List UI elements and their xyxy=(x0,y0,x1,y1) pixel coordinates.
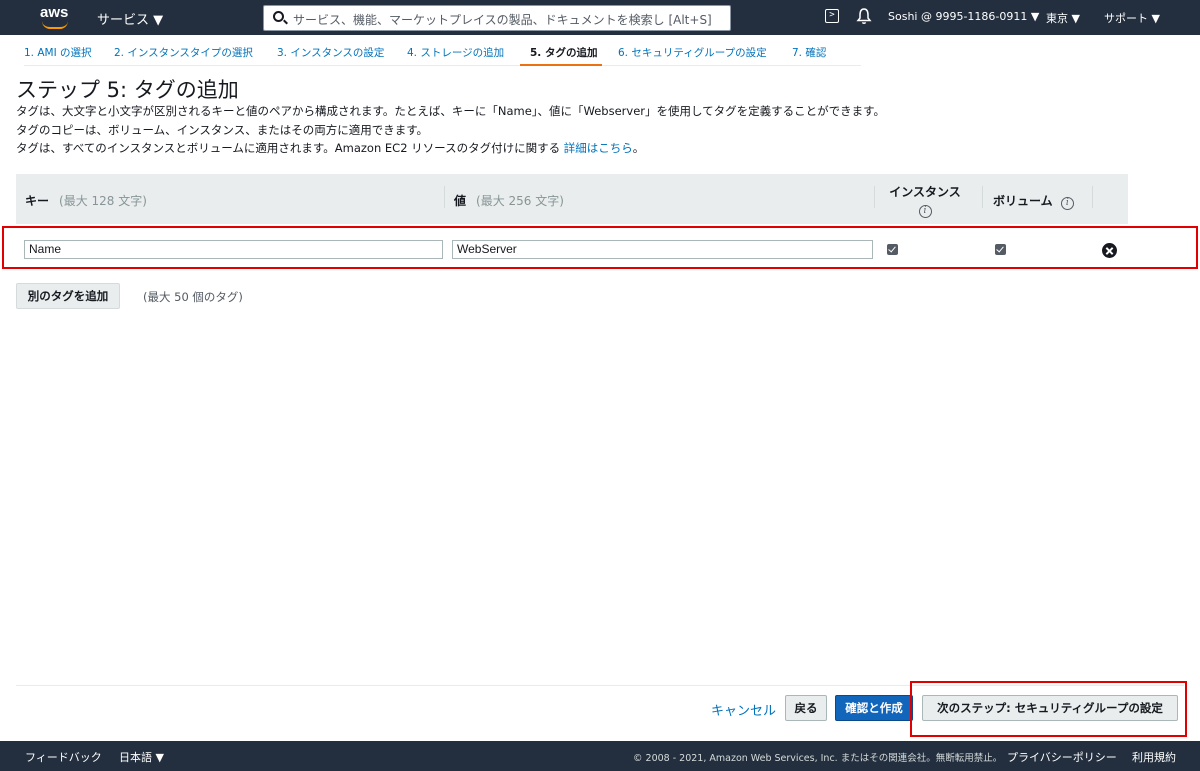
column-separator xyxy=(444,186,445,208)
terms-link[interactable]: 利用規約 xyxy=(1132,749,1176,765)
cloudshell-icon[interactable]: > xyxy=(825,9,839,23)
instances-info-icon[interactable]: i xyxy=(918,205,932,218)
search-placeholder: サービス、機能、マーケットプレイスの製品、ドキュメントを検索し [Alt+S] xyxy=(293,13,712,27)
description-line-3-end: 。 xyxy=(632,141,645,155)
add-tag-button[interactable]: 別のタグを追加 xyxy=(16,283,120,309)
aws-smile-icon xyxy=(42,21,68,29)
top-navigation-bar: aws サービス ▼ サービス、機能、マーケットプレイスの製品、ドキュメントを検… xyxy=(0,0,1200,35)
language-selector[interactable]: 日本語 ▼ xyxy=(119,749,164,765)
step-tab-security-group[interactable]: 6. セキュリティグループの設定 xyxy=(602,40,782,66)
description-line-2: タグのコピーは、ボリューム、インスタンス、またはその両方に適用できます。 xyxy=(16,123,429,137)
description-line-1: タグは、大文字と小文字が区別されるキーと値のペアから構成されます。たとえば、キー… xyxy=(16,104,885,118)
learn-more-link[interactable]: 詳細はこちら xyxy=(564,141,633,155)
key-header-label: キー xyxy=(25,194,50,208)
region-selector[interactable]: 東京 ▼ xyxy=(1046,10,1080,26)
instances-checkbox[interactable] xyxy=(887,244,898,255)
feedback-link[interactable]: フィードバック xyxy=(25,749,102,765)
aws-logo[interactable]: aws xyxy=(40,3,72,31)
instances-header-label: インスタンス xyxy=(889,185,961,199)
notification-bell-icon[interactable] xyxy=(856,7,872,25)
remove-tag-icon[interactable] xyxy=(1102,243,1117,258)
review-and-launch-button[interactable]: 確認と作成 xyxy=(835,695,913,721)
key-header-hint: (最大 128 文字) xyxy=(59,194,147,208)
step-tab-instance-config[interactable]: 3. インスタンスの設定 xyxy=(277,40,407,66)
back-button[interactable]: 戻る xyxy=(785,695,827,721)
value-header-label: 値 xyxy=(454,194,467,208)
volumes-checkbox[interactable] xyxy=(995,244,1006,255)
description-line-3-text: タグは、すべてのインスタンスとボリュームに適用されます。Amazon EC2 リ… xyxy=(16,141,561,155)
instances-column-header: インスタンス i xyxy=(885,183,965,218)
step-tab-tags[interactable]: 5. タグの追加 xyxy=(520,40,602,66)
description-line-3: タグは、すべてのインスタンスとボリュームに適用されます。Amazon EC2 リ… xyxy=(16,140,644,156)
step-tab-review[interactable]: 7. 確認 xyxy=(782,40,861,66)
search-icon xyxy=(273,11,284,22)
value-column-header: 値 (最大 256 文字) xyxy=(454,192,564,209)
next-step-security-group-button[interactable]: 次のステップ: セキュリティグループの設定 xyxy=(922,695,1178,721)
max-tags-note: (最大 50 個のタグ) xyxy=(143,290,243,304)
footer-bar: フィードバック 日本語 ▼ © 2008 - 2021, Amazon Web … xyxy=(0,741,1200,771)
cancel-link[interactable]: キャンセル xyxy=(711,700,776,719)
column-separator xyxy=(982,186,983,208)
privacy-policy-link[interactable]: プライバシーポリシー xyxy=(1007,749,1117,765)
aws-logo-text: aws xyxy=(40,4,69,21)
step-tab-instance-type[interactable]: 2. インスタンスタイプの選択 xyxy=(114,40,277,66)
tags-table-header: キー (最大 128 文字) 値 (最大 256 文字) インスタンス i ボリュー… xyxy=(16,174,1128,224)
key-column-header: キー (最大 128 文字) xyxy=(25,192,147,209)
account-menu[interactable]: Soshi @ 9995-1186-0911 ▼ xyxy=(888,10,1039,23)
step-tab-ami[interactable]: 1. AMI の選択 xyxy=(24,40,114,66)
column-separator xyxy=(874,186,875,208)
step-tab-storage[interactable]: 4. ストレージの追加 xyxy=(407,40,520,66)
tag-key-input[interactable]: Name xyxy=(24,240,443,259)
copyright-text: © 2008 - 2021, Amazon Web Services, Inc.… xyxy=(633,753,1003,764)
value-header-hint: (最大 256 文字) xyxy=(476,194,564,208)
column-separator xyxy=(1092,186,1093,208)
tag-value-input[interactable]: WebServer xyxy=(452,240,873,259)
page-title: ステップ 5: タグの追加 xyxy=(16,78,239,102)
volumes-info-icon[interactable]: i xyxy=(1060,197,1074,210)
support-menu[interactable]: サポート ▼ xyxy=(1104,10,1160,26)
services-menu[interactable]: サービス ▼ xyxy=(97,9,163,28)
volumes-column-header: ボリューム i xyxy=(993,192,1074,210)
search-input[interactable]: サービス、機能、マーケットプレイスの製品、ドキュメントを検索し [Alt+S] xyxy=(263,5,731,31)
volumes-header-label: ボリューム xyxy=(993,194,1053,208)
